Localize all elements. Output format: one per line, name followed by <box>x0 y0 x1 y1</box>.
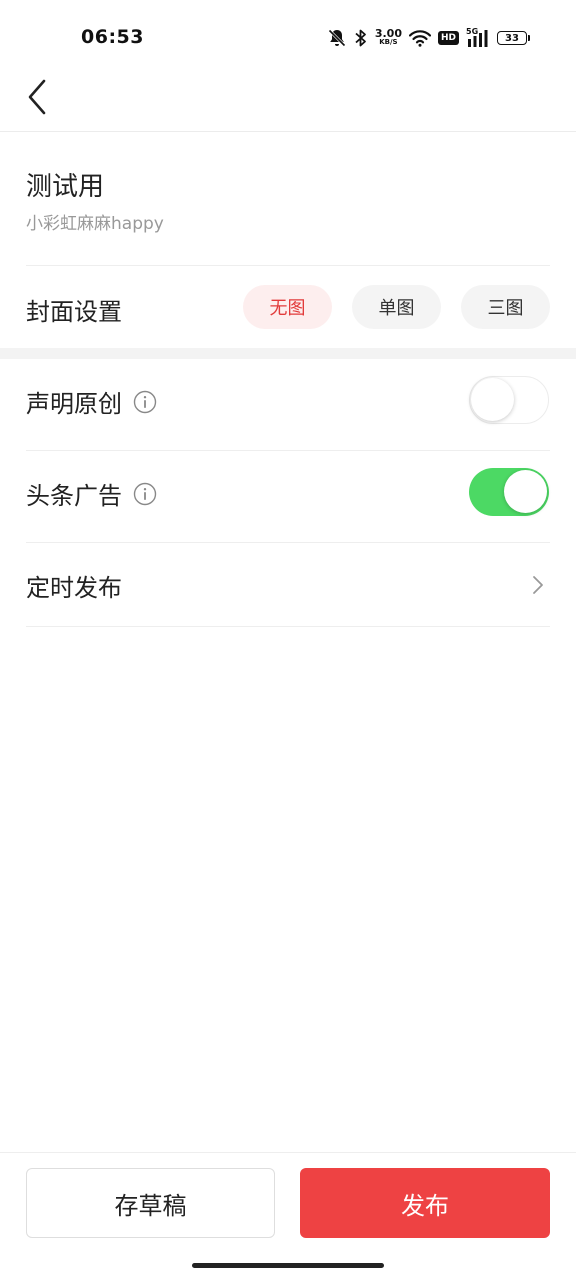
status-bar: 06:53 3.00 KB/S HD 5G 33 <box>0 0 576 78</box>
network-speed-unit: KB/S <box>379 38 398 46</box>
cover-option-none[interactable]: 无图 <box>243 285 332 329</box>
network-speed-value: 3.00 <box>374 27 402 40</box>
chevron-left-icon <box>28 79 46 115</box>
network-speed: 3.00 KB/S <box>374 27 402 47</box>
wifi-icon <box>408 30 431 47</box>
status-icons: 3.00 KB/S HD 5G 33 <box>327 26 530 50</box>
article-title: 测试用 <box>26 172 105 202</box>
back-button[interactable] <box>22 76 56 118</box>
bluetooth-icon <box>355 29 366 47</box>
ads-label: 头条广告 <box>26 482 122 510</box>
nav-divider <box>0 131 576 132</box>
chevron-right-icon[interactable] <box>530 574 546 600</box>
section-gap <box>0 348 576 359</box>
signal-bars-icon <box>468 30 488 47</box>
cover-option-three[interactable]: 三图 <box>461 285 550 329</box>
original-toggle[interactable] <box>469 376 549 424</box>
publish-button[interactable]: 发布 <box>300 1168 550 1238</box>
schedule-row[interactable]: 定时发布 <box>26 568 122 603</box>
cellular-signal: 5G <box>466 27 490 48</box>
toggle-knob <box>504 470 547 513</box>
ads-row: 头条广告 <box>26 476 157 511</box>
battery-icon: 33 <box>497 31 530 45</box>
original-label: 声明原创 <box>26 390 122 418</box>
save-draft-button[interactable]: 存草稿 <box>26 1168 275 1238</box>
toggle-knob <box>471 378 514 421</box>
battery-tip <box>528 35 530 41</box>
battery-level: 33 <box>497 31 527 45</box>
divider <box>26 542 550 543</box>
home-indicator[interactable] <box>192 1263 384 1268</box>
status-time: 06:53 <box>81 26 144 48</box>
schedule-label: 定时发布 <box>26 574 122 602</box>
divider <box>26 265 550 266</box>
divider <box>26 450 550 451</box>
info-icon[interactable] <box>133 482 157 506</box>
original-row: 声明原创 <box>26 384 157 419</box>
cover-option-single[interactable]: 单图 <box>352 285 441 329</box>
cover-settings-label: 封面设置 <box>26 298 122 326</box>
bottom-divider <box>0 1152 576 1153</box>
ads-toggle[interactable] <box>469 468 549 516</box>
hd-badge: HD <box>437 31 459 45</box>
article-author: 小彩虹麻麻happy <box>26 214 164 234</box>
mute-bell-icon <box>328 29 346 47</box>
divider <box>26 626 550 627</box>
info-icon[interactable] <box>133 390 157 414</box>
